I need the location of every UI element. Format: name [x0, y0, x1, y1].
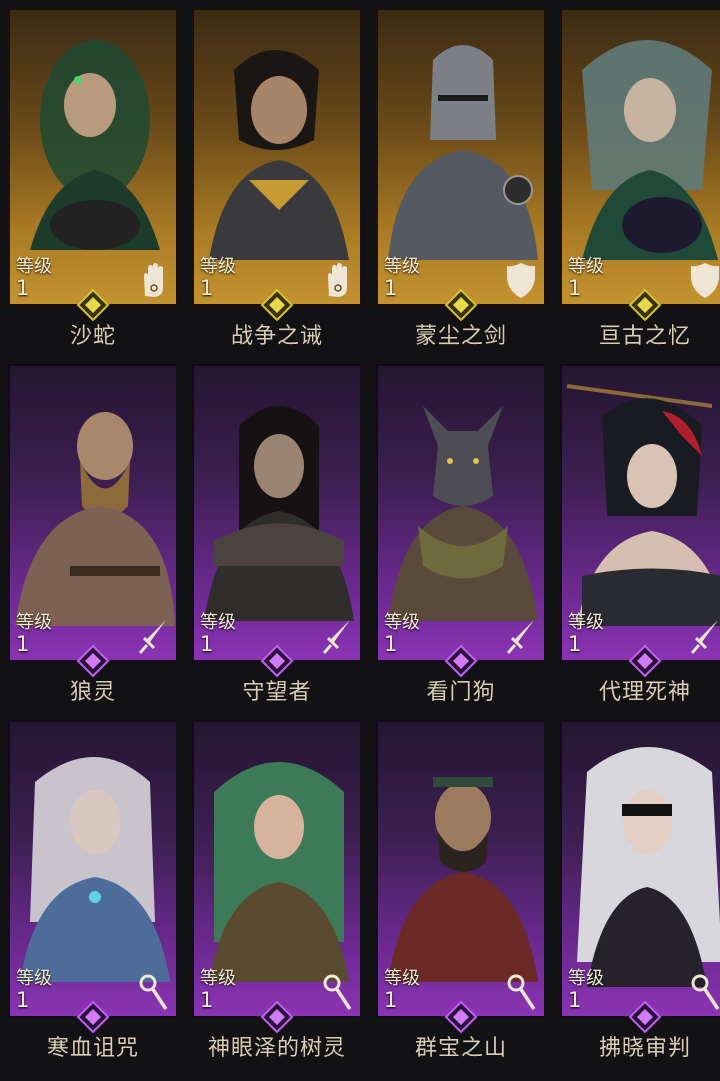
hero-name: 群宝之山 — [414, 1036, 507, 1061]
card-frame: 等级 1 — [8, 720, 178, 1018]
hero-name: 沙蛇 — [69, 324, 116, 349]
hero-name: 守望者 — [242, 680, 312, 705]
card-frame: 等级 1 — [560, 8, 720, 306]
hero-name: 蒙尘之剑 — [414, 324, 507, 349]
hero-card-watchdog[interactable]: 等级 1 看门狗 — [376, 356, 546, 705]
card-frame: 等级 1 — [560, 364, 720, 662]
shield-icon — [691, 263, 719, 298]
staff-icon — [691, 974, 720, 1010]
hero-card-proxy-reaper[interactable]: 等级 1 代理死神 — [560, 356, 720, 705]
level-label: 等级 — [200, 256, 236, 277]
hero-roster-grid: 等级 1 沙蛇 等级 1 战争之诫 等级 1 蒙尘之剑 等级 1 亘古之忆 等级… — [0, 0, 720, 1081]
purple-gem-icon — [76, 644, 110, 678]
level-label: 等级 — [16, 968, 52, 989]
card-frame: 等级 1 — [376, 8, 546, 306]
hero-name: 神眼泽的树灵 — [207, 1036, 346, 1061]
level-label: 等级 — [200, 612, 236, 633]
purple-gem-icon — [628, 644, 662, 678]
purple-gem-icon — [260, 644, 294, 678]
card-frame: 等级 1 — [8, 364, 178, 662]
level-value: 1 — [200, 276, 214, 300]
card-frame: 等级 1 — [376, 720, 546, 1018]
level-value: 1 — [16, 276, 30, 300]
hero-card-sand-snake[interactable]: 等级 1 沙蛇 — [8, 0, 178, 349]
level-value: 1 — [384, 276, 398, 300]
hero-card-war-precept[interactable]: 等级 1 战争之诫 — [192, 0, 362, 349]
level-label: 等级 — [568, 612, 604, 633]
level-value: 1 — [384, 988, 398, 1012]
level-label: 等级 — [568, 968, 604, 989]
sword-icon — [322, 620, 350, 654]
level-label: 等级 — [568, 256, 604, 277]
level-value: 1 — [16, 632, 30, 656]
level-value: 1 — [568, 988, 582, 1012]
level-label: 等级 — [16, 256, 52, 277]
level-value: 1 — [384, 632, 398, 656]
card-frame: 等级 1 — [560, 720, 720, 1018]
level-label: 等级 — [384, 968, 420, 989]
hero-card-dawn-judgment[interactable]: 等级 1 拂晓审判 — [560, 712, 720, 1061]
purple-gem-icon — [76, 1000, 110, 1034]
level-label: 等级 — [384, 256, 420, 277]
gold-gem-icon — [260, 288, 294, 322]
shield-icon — [507, 263, 535, 298]
sword-icon — [690, 620, 718, 654]
staff-icon — [323, 974, 352, 1010]
purple-gem-icon — [628, 1000, 662, 1034]
hero-name: 寒血诅咒 — [46, 1036, 139, 1061]
hero-name: 代理死神 — [598, 680, 691, 705]
hero-card-ancient-memory[interactable]: 等级 1 亘古之忆 — [560, 0, 720, 349]
card-frame: 等级 1 — [8, 8, 178, 306]
hero-card-tree-spirit[interactable]: 等级 1 神眼泽的树灵 — [192, 712, 362, 1061]
gold-gem-icon — [76, 288, 110, 322]
card-frame: 等级 1 — [192, 364, 362, 662]
hero-name: 看门狗 — [426, 680, 496, 705]
hero-card-cold-blood-curse[interactable]: 等级 1 寒血诅咒 — [8, 712, 178, 1061]
hero-card-wolf-spirit[interactable]: 等级 1 狼灵 — [8, 356, 178, 705]
level-label: 等级 — [200, 968, 236, 989]
staff-icon — [139, 974, 168, 1010]
sword-icon — [138, 620, 166, 654]
level-label: 等级 — [16, 612, 52, 633]
hero-card-dusty-sword[interactable]: 等级 1 蒙尘之剑 — [376, 0, 546, 349]
level-value: 1 — [16, 988, 30, 1012]
level-value: 1 — [200, 988, 214, 1012]
gold-gem-icon — [628, 288, 662, 322]
hero-name: 亘古之忆 — [598, 324, 691, 349]
hero-card-watcher[interactable]: 等级 1 守望者 — [192, 356, 362, 705]
level-value: 1 — [568, 276, 582, 300]
level-label: 等级 — [384, 612, 420, 633]
hand-icon — [144, 263, 163, 297]
level-value: 1 — [200, 632, 214, 656]
card-frame: 等级 1 — [192, 8, 362, 306]
staff-icon — [507, 974, 536, 1010]
gold-gem-icon — [444, 288, 478, 322]
sword-icon — [506, 620, 534, 654]
hero-name: 狼灵 — [69, 680, 116, 705]
card-frame: 等级 1 — [192, 720, 362, 1018]
level-value: 1 — [568, 632, 582, 656]
hero-name: 战争之诫 — [230, 324, 323, 349]
card-frame: 等级 1 — [376, 364, 546, 662]
purple-gem-icon — [444, 1000, 478, 1034]
hero-card-treasure-mountain[interactable]: 等级 1 群宝之山 — [376, 712, 546, 1061]
purple-gem-icon — [444, 644, 478, 678]
hero-name: 拂晓审判 — [598, 1036, 691, 1061]
hand-icon — [328, 263, 347, 297]
purple-gem-icon — [260, 1000, 294, 1034]
